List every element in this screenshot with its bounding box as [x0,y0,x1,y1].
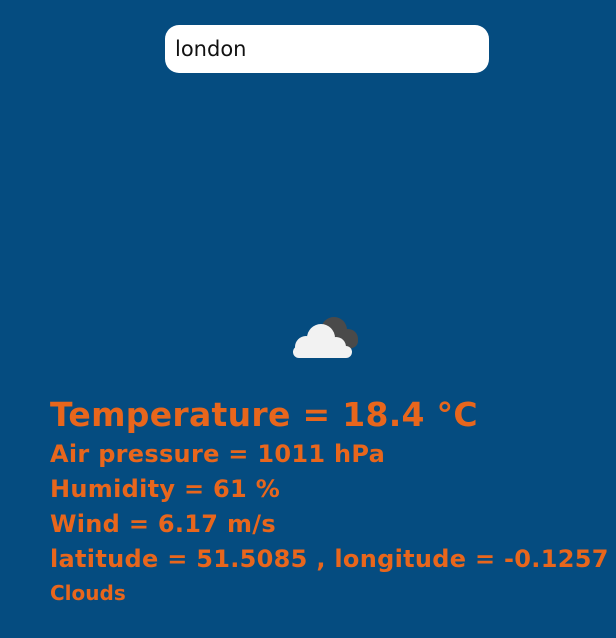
partly-cloudy-night-icon [293,317,358,358]
humidity-reading: Humidity = 61 % [50,475,281,503]
city-search-input[interactable] [165,25,489,73]
search-bar [165,25,489,73]
temperature-reading: Temperature = 18.4 °C [50,395,478,434]
air-pressure-reading: Air pressure = 1011 hPa [50,440,386,468]
wind-reading: Wind = 6.17 m/s [50,510,276,538]
weather-description: Clouds [50,581,126,605]
weather-readings: Temperature = 18.4 °C Air pressure = 101… [50,393,609,608]
coordinates-reading: latitude = 51.5085 , longitude = -0.1257 [50,545,609,573]
